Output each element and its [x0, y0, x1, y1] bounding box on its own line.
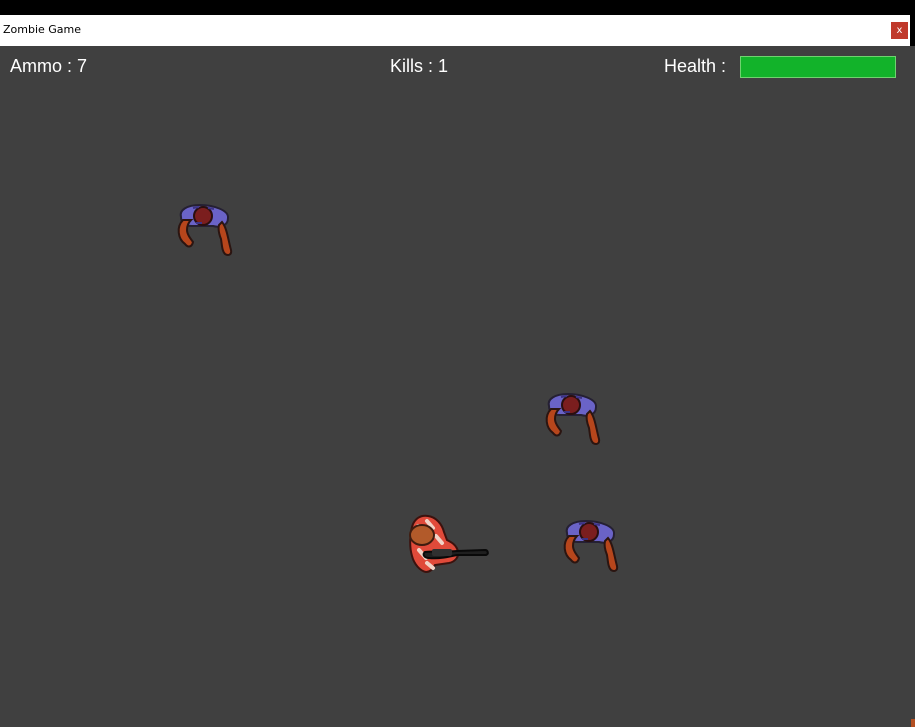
player-with-gun-icon: [409, 514, 489, 574]
window-right-edge: [910, 46, 915, 727]
health-label: Health :: [664, 56, 727, 76]
kills-counter: Kills : 1: [390, 56, 449, 76]
zombie-icon: [177, 203, 233, 256]
zombie-icon: [563, 519, 619, 572]
bottom-right-accent: [911, 719, 915, 727]
close-button[interactable]: x: [891, 22, 908, 39]
zombie-icon: [545, 392, 601, 445]
screen-top-bar: [0, 0, 915, 15]
ammo-counter: Ammo : 7: [10, 56, 88, 76]
game-canvas[interactable]: Ammo : 7 Kills : 1 Health :: [0, 46, 910, 727]
health-bar: [740, 56, 896, 78]
window-titlebar: Zombie Game x: [0, 15, 915, 46]
window-title: Zombie Game: [3, 23, 82, 36]
game-window: Zombie Game x Ammo : 7 Kills : 1 Health …: [0, 15, 915, 727]
health-bar-fill: [741, 57, 895, 77]
